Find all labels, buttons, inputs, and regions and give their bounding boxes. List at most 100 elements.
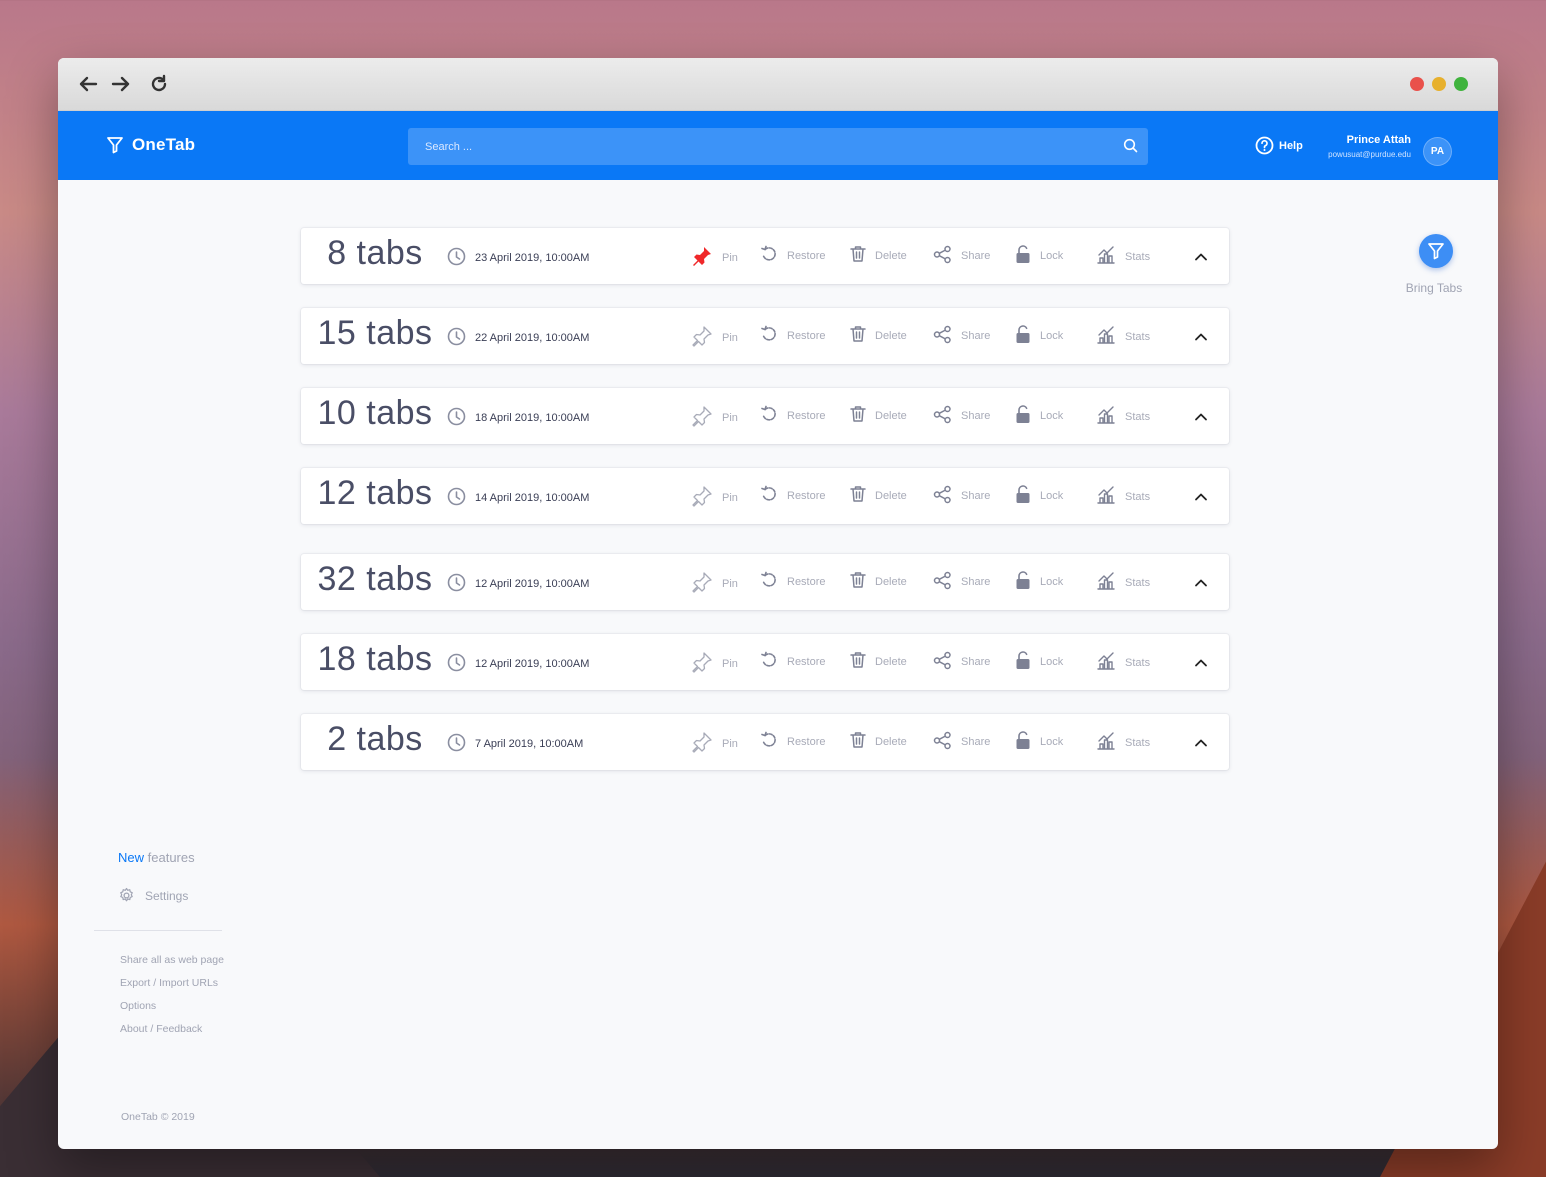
delete-button[interactable]: Delete [850,405,907,426]
tab-group-card[interactable]: 2 tabs 7 April 2019, 10:00AM Pin Restore Del… [301,714,1229,770]
about-feedback-link[interactable]: About / Feedback [120,1023,224,1046]
stats-icon [1096,245,1116,268]
pin-button[interactable]: Pin [691,731,738,756]
restore-button[interactable]: Restore [760,245,826,266]
pin-button[interactable]: Pin [691,651,738,676]
date-text: 18 April 2019, 10:00AM [475,412,590,424]
delete-button[interactable]: Delete [850,651,907,672]
maximize-window-button[interactable] [1454,77,1468,91]
pin-label: Pin [722,491,738,504]
pin-button[interactable]: Pin [691,405,738,430]
lock-icon [1015,245,1031,267]
clock-icon [447,653,466,675]
lock-button[interactable]: Lock [1015,485,1063,507]
chevron-up-icon[interactable] [1194,654,1208,672]
reload-icon[interactable] [147,72,171,96]
stats-button[interactable]: Stats [1096,485,1150,508]
restore-button[interactable]: Restore [760,571,826,592]
search-icon[interactable] [1123,138,1138,158]
stats-button[interactable]: Stats [1096,571,1150,594]
tab-group-card[interactable]: 32 tabs 12 April 2019, 10:00AM Pin Restore D… [301,554,1229,610]
settings-link[interactable]: Settings [118,887,188,904]
chevron-up-icon[interactable] [1194,574,1208,592]
chevron-up-icon[interactable] [1194,248,1208,266]
restore-button[interactable]: Restore [760,651,826,672]
pin-icon [691,571,713,596]
tab-group-card[interactable]: 12 tabs 14 April 2019, 10:00AM Pin Restore D… [301,468,1229,524]
lock-icon [1015,651,1031,673]
pin-label: Pin [722,657,738,670]
lock-button[interactable]: Lock [1015,245,1063,267]
lock-button[interactable]: Lock [1015,651,1063,673]
stats-label: Stats [1125,490,1151,503]
help-button[interactable]: Help [1255,136,1303,155]
restore-button[interactable]: Restore [760,405,826,426]
forward-arrow-icon[interactable] [109,72,133,96]
pin-button[interactable]: Pin [691,485,738,510]
search-input[interactable] [408,140,1088,153]
delete-button[interactable]: Delete [850,571,907,592]
pin-button[interactable]: Pin [691,325,738,350]
delete-button[interactable]: Delete [850,485,907,506]
date-text: 23 April 2019, 10:00AM [475,252,590,264]
share-button[interactable]: Share [933,485,990,507]
restore-button[interactable]: Restore [760,731,826,752]
restore-icon [760,651,778,672]
user-email: powusuat@purdue.edu [1328,150,1411,159]
lock-button[interactable]: Lock [1015,405,1063,427]
tab-group-card[interactable]: 10 tabs 18 April 2019, 10:00AM Pin Restore D… [301,388,1229,444]
chevron-up-icon[interactable] [1194,328,1208,346]
share-button[interactable]: Share [933,325,990,347]
pin-button[interactable]: Pin [691,245,738,270]
stats-button[interactable]: Stats [1096,325,1150,348]
lock-button[interactable]: Lock [1015,571,1063,593]
stats-button[interactable]: Stats [1096,651,1150,674]
share-all-link[interactable]: Share all as web page [120,954,224,977]
restore-button[interactable]: Restore [760,485,826,506]
chevron-up-icon[interactable] [1194,408,1208,426]
avatar[interactable]: PA [1423,137,1452,166]
tab-group-card[interactable]: 15 tabs 22 April 2019, 10:00AM Pin Restore D… [301,308,1229,364]
user-info[interactable]: Prince Attah powusuat@purdue.edu [1317,134,1411,159]
pin-label: Pin [722,577,738,590]
delete-button[interactable]: Delete [850,325,907,346]
restore-button[interactable]: Restore [760,325,826,346]
share-button[interactable]: Share [933,571,990,593]
tab-group-card[interactable]: 8 tabs 23 April 2019, 10:00AM Pin Restore De… [301,228,1229,284]
share-button[interactable]: Share [933,245,990,267]
chevron-up-icon[interactable] [1194,734,1208,752]
share-button[interactable]: Share [933,731,990,753]
share-button[interactable]: Share [933,651,990,673]
minimize-window-button[interactable] [1432,77,1446,91]
funnel-icon [107,137,123,154]
pin-label: Pin [722,251,738,264]
share-button[interactable]: Share [933,405,990,427]
brand-logo[interactable]: OneTab [106,135,195,155]
stats-button[interactable]: Stats [1096,731,1150,754]
stats-button[interactable]: Stats [1096,245,1150,268]
app-name: OneTab [132,135,196,154]
options-link[interactable]: Options [120,1000,224,1023]
features-word: features [147,850,195,865]
clock-icon [447,327,466,349]
share-icon [933,485,952,507]
export-import-link[interactable]: Export / Import URLs [120,977,224,1000]
group-date: 22 April 2019, 10:00AM [447,327,589,349]
new-features-link[interactable]: New features [118,850,195,865]
pin-button[interactable]: Pin [691,571,738,596]
lock-button[interactable]: Lock [1015,731,1063,753]
lock-button[interactable]: Lock [1015,325,1063,347]
stats-button[interactable]: Stats [1096,405,1150,428]
pin-icon [691,651,713,676]
stats-icon [1096,485,1116,508]
bring-tabs-button[interactable]: Bring Tabs [1404,234,1468,295]
close-window-button[interactable] [1410,77,1424,91]
browser-toolbar [58,58,1498,111]
tab-count: 15 tabs [317,314,433,352]
delete-button[interactable]: Delete [850,245,907,266]
tab-group-card[interactable]: 18 tabs 12 April 2019, 10:00AM Pin Restore D… [301,634,1229,690]
sidebar-links: Share all as web page Export / Import UR… [120,954,224,1046]
back-arrow-icon[interactable] [76,72,100,96]
delete-button[interactable]: Delete [850,731,907,752]
chevron-up-icon[interactable] [1194,488,1208,506]
